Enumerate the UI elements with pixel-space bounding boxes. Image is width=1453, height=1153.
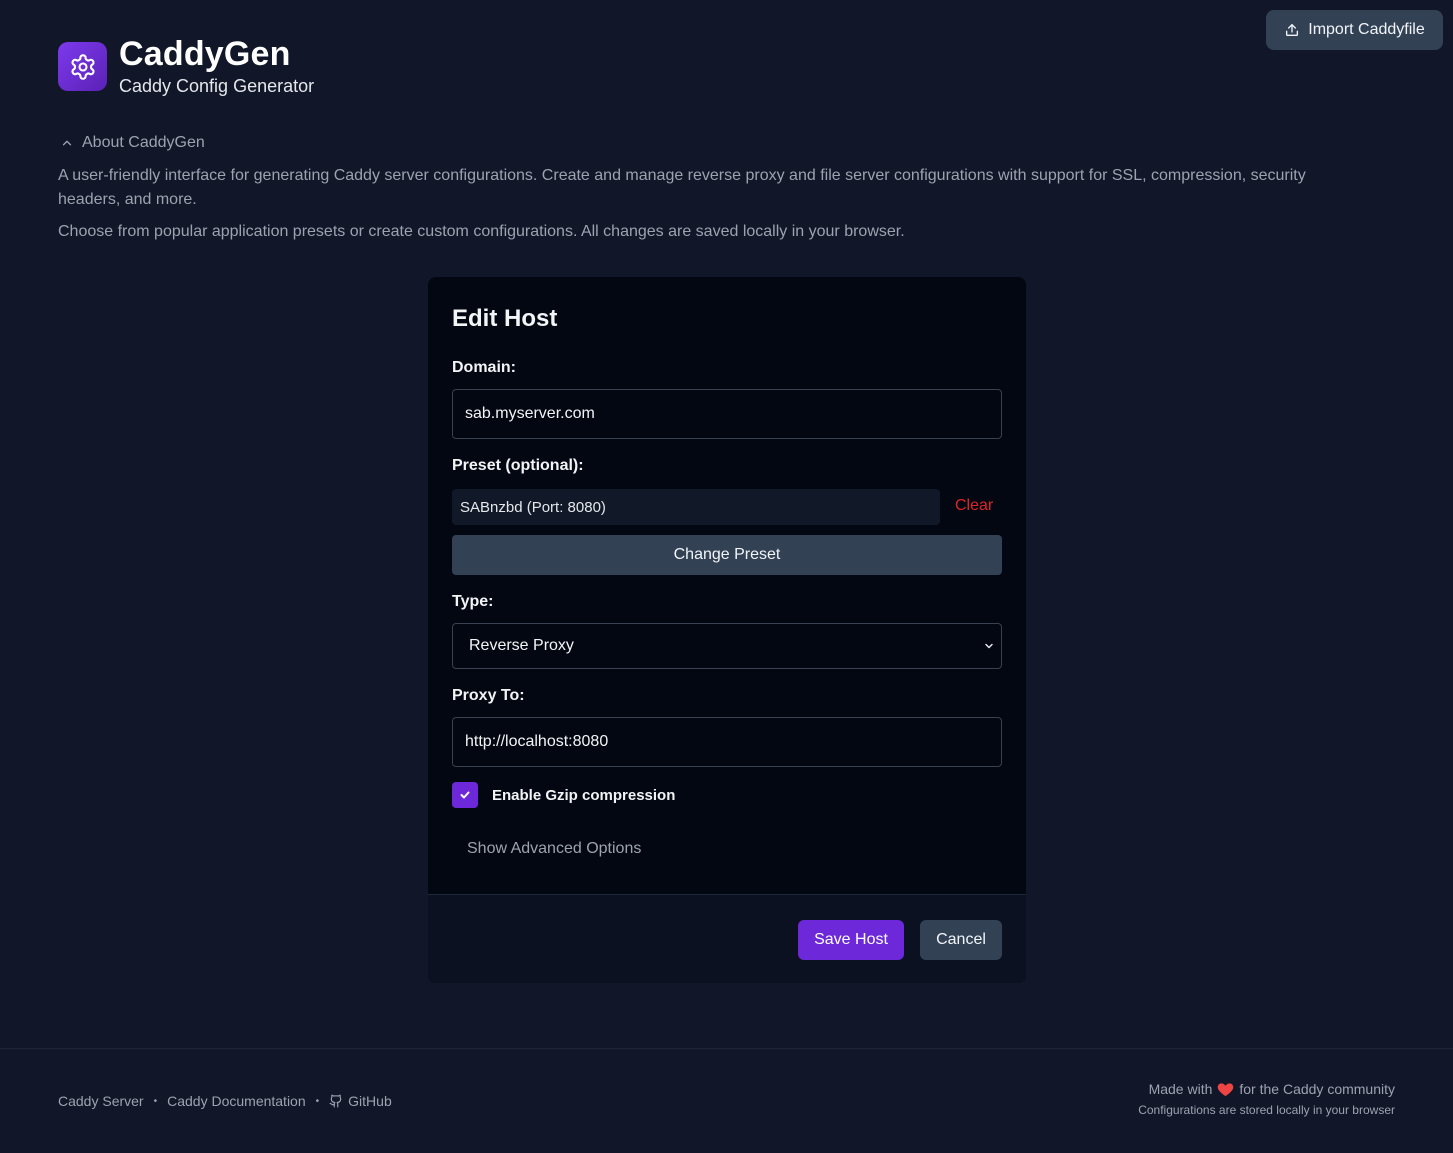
type-select[interactable]: Reverse Proxy <box>452 623 1002 669</box>
about-paragraph: Choose from popular application presets … <box>58 223 905 240</box>
gzip-checkbox[interactable] <box>452 782 478 808</box>
github-icon <box>329 1094 342 1108</box>
caddy-server-link[interactable]: Caddy Server <box>58 1093 144 1109</box>
change-preset-button[interactable]: Change Preset <box>452 535 1002 575</box>
proxy-to-input[interactable]: http://localhost:8080 <box>452 717 1002 767</box>
made-with-prefix: Made with <box>1148 1081 1213 1097</box>
footer-links: Caddy Server • Caddy Documentation • Git… <box>58 1093 392 1109</box>
preset-label: Preset (optional): <box>452 457 584 474</box>
github-link[interactable]: GitHub <box>329 1093 392 1109</box>
about-description: A user-friendly interface for generating… <box>58 164 1358 244</box>
edit-host-card: Edit Host Domain: sab.myserver.com Prese… <box>428 277 1026 983</box>
domain-input[interactable]: sab.myserver.com <box>452 389 1002 439</box>
separator: • <box>153 1095 158 1107</box>
footer-credits: Made with for the Caddy community Config… <box>1138 1081 1395 1117</box>
github-label: GitHub <box>348 1093 392 1109</box>
cancel-button[interactable]: Cancel <box>920 920 1002 960</box>
gear-icon <box>70 53 95 80</box>
show-advanced-options-button[interactable]: Show Advanced Options <box>467 840 641 858</box>
brand: CaddyGen Caddy Config Generator <box>58 36 314 97</box>
gzip-label: Enable Gzip compression <box>492 786 676 804</box>
save-host-button[interactable]: Save Host <box>798 920 904 960</box>
app-logo <box>58 42 107 91</box>
edit-host-title: Edit Host <box>452 305 558 332</box>
caddy-docs-link[interactable]: Caddy Documentation <box>167 1093 306 1109</box>
made-with-text: Made with for the Caddy community <box>1138 1081 1395 1097</box>
proxy-label: Proxy To: <box>452 687 525 704</box>
checkmark-icon <box>460 791 470 799</box>
domain-label: Domain: <box>452 359 516 376</box>
card-footer: Save Host Cancel <box>428 894 1026 983</box>
upload-icon <box>1286 24 1299 36</box>
app-subtitle: Caddy Config Generator <box>119 76 315 96</box>
heart-icon <box>1218 1083 1234 1097</box>
app-title: CaddyGen <box>119 35 291 73</box>
about-paragraph: A user-friendly interface for generating… <box>58 167 1306 208</box>
about-toggle[interactable]: About CaddyGen <box>60 134 205 152</box>
import-caddyfile-button[interactable]: Import Caddyfile <box>1266 10 1443 50</box>
gzip-option: Enable Gzip compression <box>452 782 675 808</box>
type-select-value: Reverse Proxy <box>469 637 574 654</box>
clear-preset-button[interactable]: Clear <box>955 497 993 515</box>
page-footer: Caddy Server • Caddy Documentation • Git… <box>0 1048 1453 1153</box>
storage-note: Configurations are stored locally in you… <box>1138 1103 1395 1117</box>
about-toggle-label: About CaddyGen <box>82 134 205 151</box>
chevron-up-icon <box>62 140 72 146</box>
separator: • <box>315 1095 320 1107</box>
made-with-suffix: for the Caddy community <box>1239 1081 1395 1097</box>
type-label: Type: <box>452 593 494 610</box>
import-caddyfile-label: Import Caddyfile <box>1308 21 1425 38</box>
chevron-down-icon <box>985 643 993 649</box>
selected-preset: SABnzbd (Port: 8080) <box>452 489 940 525</box>
